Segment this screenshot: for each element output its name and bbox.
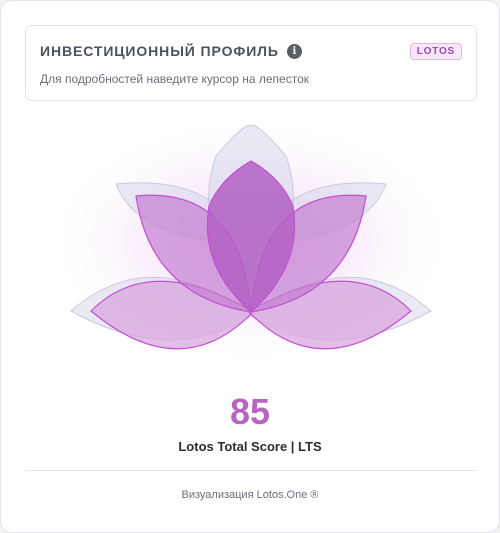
total-score-value: 85: [229, 391, 271, 432]
footer-credit: Визуализация Lotos.One ®: [181, 489, 319, 501]
info-icon[interactable]: i: [286, 43, 302, 59]
investment-profile-card: Инвестиционный профиль i LOTOS Для подро…: [0, 0, 500, 533]
hover-hint: Для подробностей наведите курсор на лепе…: [40, 72, 309, 86]
title-row: Инвестиционный профиль i LOTOS: [40, 40, 462, 62]
card-header: Инвестиционный профиль i LOTOS Для подро…: [25, 25, 477, 101]
footer-divider: [25, 470, 475, 471]
lotos-badge: LOTOS: [409, 42, 462, 60]
lotus-chart: [46, 116, 456, 366]
page-title: Инвестиционный профиль: [40, 43, 279, 59]
total-score-label: Lotos Total Score | LTS: [178, 439, 322, 454]
